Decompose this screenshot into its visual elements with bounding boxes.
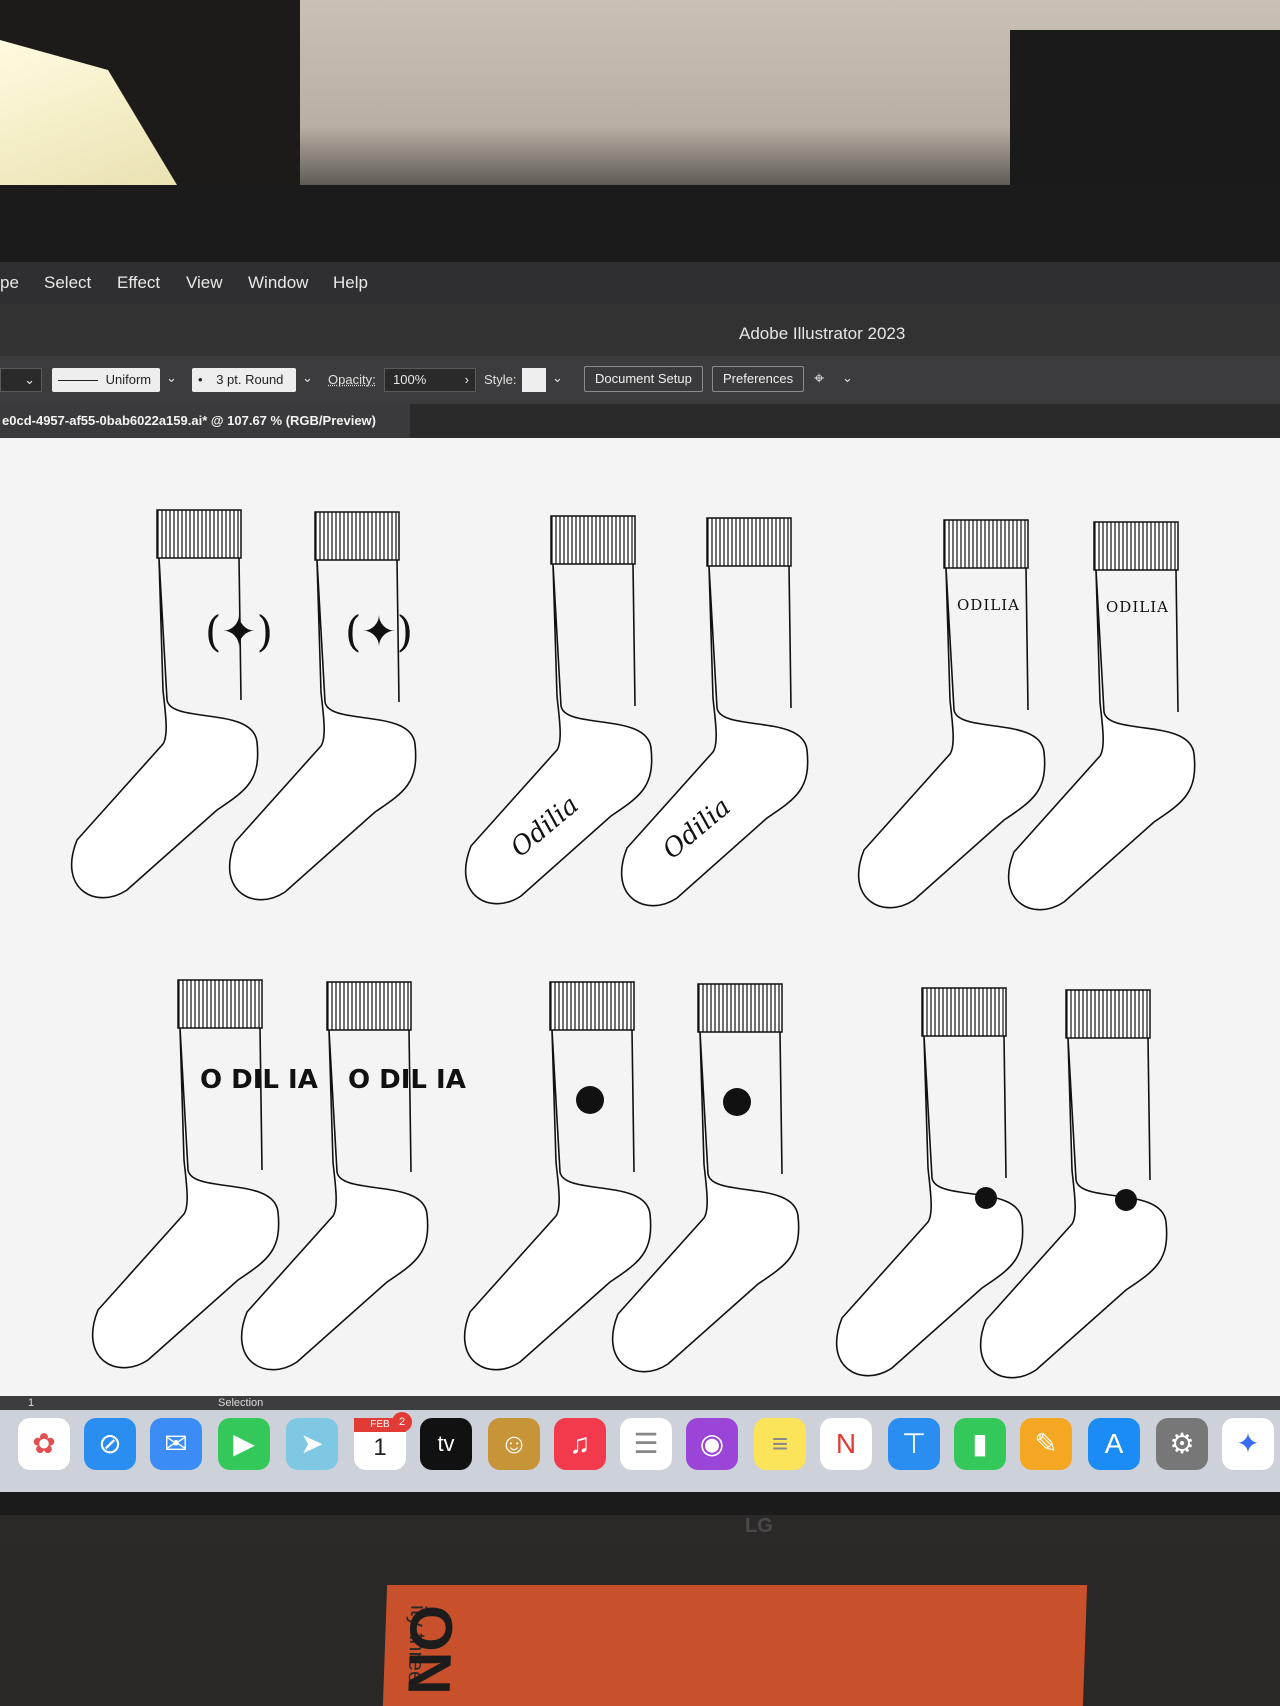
menu-bar: pe Select Effect View Window Help bbox=[0, 262, 1280, 304]
menu-item-select[interactable]: Select bbox=[44, 273, 91, 293]
stroke-profile-select[interactable]: Uniform bbox=[52, 368, 160, 392]
arrange-icon[interactable]: ⌖ bbox=[814, 368, 824, 389]
style-swatch[interactable] bbox=[522, 368, 546, 392]
sock-pair-2[interactable]: Odilia Odilia bbox=[464, 515, 809, 907]
dark-window bbox=[1010, 30, 1280, 200]
book: ity three ON bbox=[382, 1585, 1088, 1706]
document-tab-bar: e0cd-4957-af55-0bab6022a159.ai* @ 107.67… bbox=[0, 404, 1280, 438]
document-setup-button[interactable]: Document Setup bbox=[584, 366, 703, 392]
apple-tv-icon[interactable]: tv bbox=[420, 1418, 472, 1470]
maps-icon[interactable]: ➤ bbox=[286, 1418, 338, 1470]
chevron-down-icon[interactable]: ⌄ bbox=[302, 370, 313, 386]
music-icon[interactable]: ♫ bbox=[554, 1418, 606, 1470]
macos-dock: ✿ ⊘ ✉ ▶ ➤ FEB 1 2 tv ☺ ♫ ☰ ◉ ≡ N ⊤ ▮ ✎ A… bbox=[0, 1410, 1280, 1492]
safari-icon[interactable]: ⊘ bbox=[84, 1418, 136, 1470]
menu-item-effect[interactable]: Effect bbox=[117, 273, 160, 293]
control-bar: ⌄ Uniform ⌄ • 3 pt. Round ⌄ Opacity: 100… bbox=[0, 356, 1280, 404]
dot-icon: • bbox=[198, 372, 203, 387]
artboard-canvas[interactable]: (✦) (✦) Odilia Odilia ODILIA ODILIA O DI… bbox=[0, 438, 1280, 1396]
sock-pair-5[interactable] bbox=[463, 981, 800, 1373]
sock-logo-mark: (✦) bbox=[345, 607, 413, 656]
chevron-down-icon[interactable]: ⌄ bbox=[166, 370, 177, 386]
menu-item-help[interactable]: Help bbox=[333, 273, 368, 293]
document-tab[interactable]: e0cd-4957-af55-0bab6022a159.ai* @ 107.67… bbox=[0, 404, 410, 438]
monitor-brand-logo: LG bbox=[745, 1515, 773, 1537]
opacity-value: 100% bbox=[393, 372, 427, 387]
reminders-icon[interactable]: ☰ bbox=[620, 1418, 672, 1470]
sock-wordmark: ODILIA bbox=[1106, 598, 1169, 616]
sock-pair-3[interactable]: ODILIA ODILIA bbox=[857, 519, 1196, 911]
contacts-icon[interactable]: ☺ bbox=[488, 1418, 540, 1470]
tv-label: tv bbox=[437, 1431, 455, 1456]
sock-pair-4[interactable]: O DIL IA O DIL IA bbox=[91, 979, 466, 1371]
chevron-right-icon: › bbox=[464, 372, 469, 387]
chevron-down-icon: ⌄ bbox=[24, 372, 35, 387]
calendar-badge: 2 bbox=[392, 1412, 412, 1432]
calendar-day: 1 bbox=[373, 1434, 387, 1461]
sock-heel-monogram bbox=[1115, 1189, 1137, 1211]
mail-icon[interactable]: ✉ bbox=[150, 1418, 202, 1470]
sock-stacked-logo: O DIL IA bbox=[348, 1065, 466, 1095]
freeform-icon[interactable]: ✦ bbox=[1222, 1418, 1274, 1470]
sock-monogram bbox=[723, 1088, 751, 1116]
chevron-down-icon[interactable]: ⌄ bbox=[552, 370, 563, 386]
menu-item-type[interactable]: pe bbox=[0, 273, 19, 293]
opacity-label[interactable]: Opacity: bbox=[328, 372, 376, 387]
photos-icon[interactable]: ✿ bbox=[18, 1418, 70, 1470]
style-label: Style: bbox=[484, 372, 517, 387]
preferences-button[interactable]: Preferences bbox=[712, 366, 805, 392]
app-title: Adobe Illustrator 2023 bbox=[739, 324, 906, 343]
fill-dropdown[interactable]: ⌄ bbox=[0, 368, 42, 392]
sock-pair-6[interactable] bbox=[835, 987, 1168, 1379]
sock-wordmark: ODILIA bbox=[957, 596, 1020, 614]
menu-item-view[interactable]: View bbox=[186, 273, 223, 293]
sock-logo-mark: (✦) bbox=[205, 607, 273, 656]
brush-select[interactable]: • 3 pt. Round bbox=[192, 368, 296, 392]
sock-artwork: (✦) (✦) Odilia Odilia ODILIA ODILIA O DI… bbox=[70, 509, 1196, 1379]
sock-heel-monogram bbox=[975, 1187, 997, 1209]
news-icon[interactable]: N bbox=[820, 1418, 872, 1470]
opacity-field[interactable]: 100% › bbox=[384, 368, 476, 392]
current-tool[interactable]: Selection bbox=[218, 1397, 263, 1409]
brush-label: 3 pt. Round bbox=[216, 372, 284, 387]
numbers-icon[interactable]: ▮ bbox=[954, 1418, 1006, 1470]
sock-stacked-logo: O DIL IA bbox=[200, 1065, 318, 1095]
title-bar: Adobe Illustrator 2023 bbox=[0, 304, 1280, 356]
app-store-icon[interactable]: A bbox=[1088, 1418, 1140, 1470]
sock-pair-1[interactable]: (✦) (✦) bbox=[70, 509, 417, 901]
system-settings-icon[interactable]: ⚙ bbox=[1156, 1418, 1208, 1470]
notes-icon[interactable]: ≡ bbox=[754, 1418, 806, 1470]
calendar-icon[interactable]: FEB 1 2 bbox=[354, 1412, 412, 1470]
facetime-icon[interactable]: ▶ bbox=[218, 1418, 270, 1470]
podcasts-icon[interactable]: ◉ bbox=[686, 1418, 738, 1470]
sock-monogram bbox=[576, 1086, 604, 1114]
stroke-profile-label: Uniform bbox=[105, 372, 152, 387]
chevron-down-icon[interactable]: ⌄ bbox=[842, 370, 853, 386]
room-background bbox=[0, 0, 1280, 210]
menu-item-window[interactable]: Window bbox=[248, 273, 308, 293]
status-bar: 1 Selection bbox=[0, 1396, 1280, 1410]
page-number[interactable]: 1 bbox=[28, 1397, 34, 1409]
stroke-line-icon bbox=[58, 380, 98, 382]
keynote-icon[interactable]: ⊤ bbox=[888, 1418, 940, 1470]
pages-icon[interactable]: ✎ bbox=[1020, 1418, 1072, 1470]
book-large-text: ON bbox=[395, 1605, 466, 1695]
